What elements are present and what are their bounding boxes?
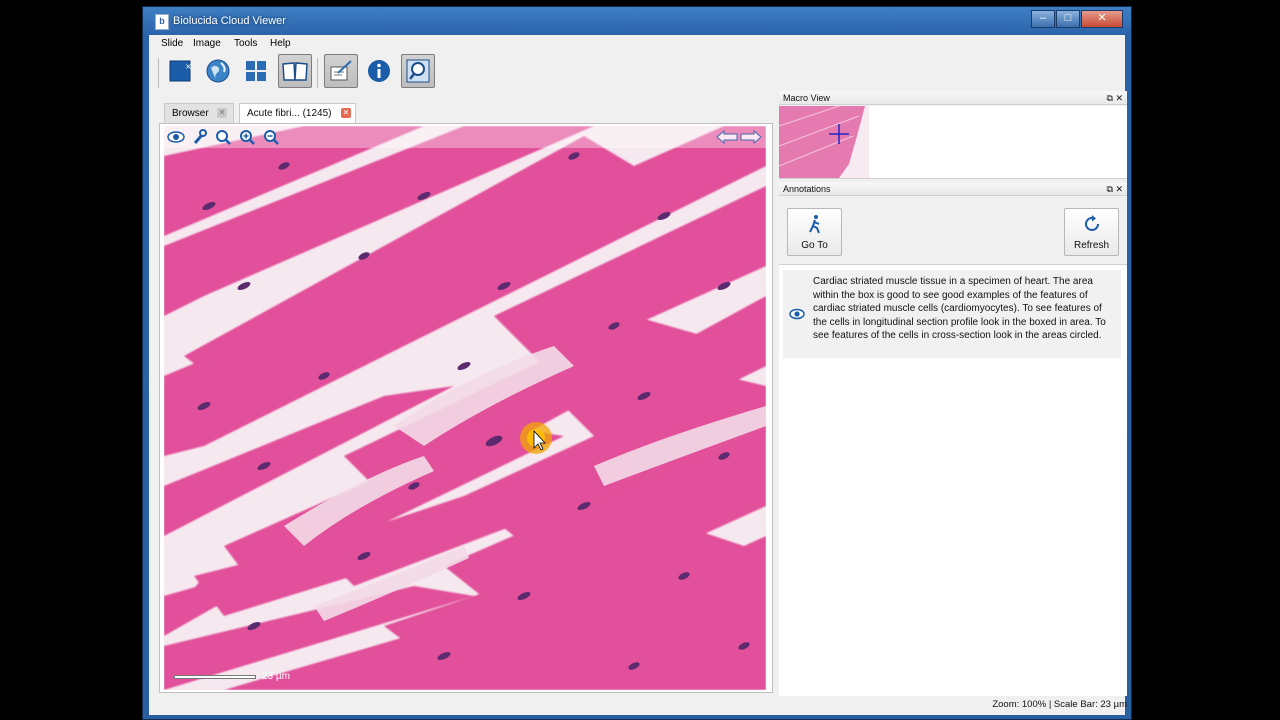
cursor-highlight <box>520 422 552 454</box>
annotations-title: Annotations <box>783 184 831 194</box>
refresh-label: Refresh <box>1073 240 1109 251</box>
status-bar: Zoom: 100% | Scale Bar: 23 µm <box>992 699 1127 710</box>
tab-slide[interactable]: Acute fibri... (1245) ✕ <box>239 103 356 123</box>
toolbar: × <box>149 54 1125 96</box>
annotation-text: Cardiac striated muscle tissue in a spec… <box>813 276 1106 342</box>
zoom-out-icon[interactable] <box>261 127 281 147</box>
refresh-icon <box>1084 215 1099 231</box>
tab-browser-label: Browser <box>172 108 209 119</box>
annotations-header: Annotations ⧉ ✕ <box>779 182 1127 196</box>
globe-icon[interactable] <box>201 54 235 88</box>
close-icon[interactable]: ✕ <box>1081 10 1123 28</box>
toolbar-separator <box>317 58 318 88</box>
menu-bar: Slide Image Tools Help <box>149 35 1125 53</box>
title-bar[interactable]: b Biolucida Cloud Viewer – □ ✕ <box>143 7 1131 35</box>
magnifier-icon[interactable] <box>213 127 233 147</box>
client-area: Slide Image Tools Help × Browser ✕ Acute… <box>149 35 1127 715</box>
viewer-toolbar <box>164 126 766 148</box>
app-icon: b <box>155 14 169 30</box>
tab-close-icon[interactable]: ✕ <box>341 108 351 118</box>
menu-tools[interactable]: Tools <box>234 38 257 49</box>
slide-viewer[interactable]: 23 µm <box>159 123 773 693</box>
annotate-icon[interactable] <box>324 54 358 88</box>
arrow-left-icon[interactable] <box>715 127 739 147</box>
tab-browser[interactable]: Browser ✕ <box>164 103 234 123</box>
book-icon[interactable] <box>278 54 312 88</box>
maximize-icon[interactable]: □ <box>1056 10 1080 28</box>
tab-close-icon[interactable]: ✕ <box>217 108 227 118</box>
minimize-icon[interactable]: – <box>1031 10 1055 28</box>
eye-icon[interactable] <box>166 127 186 147</box>
wrench-icon[interactable] <box>189 127 209 147</box>
tissue-image[interactable] <box>164 126 766 690</box>
svg-text:×: × <box>185 62 192 71</box>
macro-thumbnail[interactable] <box>778 105 869 178</box>
scale-bar <box>174 675 256 679</box>
macro-view-title: Macro View <box>783 93 830 103</box>
restore-panel-icon[interactable]: ⧉ <box>1107 184 1113 194</box>
grid-icon[interactable] <box>239 54 273 88</box>
tab-slide-label: Acute fibri... (1245) <box>247 108 332 119</box>
refresh-button[interactable]: Refresh <box>1064 208 1119 256</box>
slide-pane: Browser ✕ Acute fibri... (1245) ✕ 23 µm <box>159 103 773 693</box>
scale-bar-label: 23 µm <box>262 671 290 682</box>
macro-view[interactable] <box>778 105 1127 179</box>
menu-image[interactable]: Image <box>193 38 221 49</box>
close-panel-icon[interactable]: ✕ <box>1115 184 1123 194</box>
menu-slide[interactable]: Slide <box>161 38 183 49</box>
side-panel: Macro View ⧉ ✕ Annotations ⧉ ✕ Go To Ref… <box>778 91 1127 696</box>
info-icon[interactable] <box>362 54 396 88</box>
window-title: Biolucida Cloud Viewer <box>173 15 286 27</box>
menu-help[interactable]: Help <box>270 38 291 49</box>
close-panel-icon[interactable]: ✕ <box>1115 93 1123 103</box>
eye-icon[interactable] <box>789 308 805 320</box>
macro-view-header: Macro View ⧉ ✕ <box>779 91 1127 105</box>
annotation-list: Cardiac striated muscle tissue in a spec… <box>779 264 1127 696</box>
arrow-right-icon[interactable] <box>739 127 763 147</box>
toolbar-separator <box>158 58 159 88</box>
annotation-item[interactable]: Cardiac striated muscle tissue in a spec… <box>783 270 1121 358</box>
zoom-glass-icon[interactable] <box>401 54 435 88</box>
restore-panel-icon[interactable]: ⧉ <box>1107 93 1113 103</box>
go-to-label: Go To <box>801 240 828 251</box>
walking-person-icon <box>808 215 820 234</box>
app-window: b Biolucida Cloud Viewer – □ ✕ Slide Ima… <box>142 6 1132 720</box>
close-slide-icon[interactable]: × <box>163 54 197 88</box>
go-to-button[interactable]: Go To <box>787 208 842 256</box>
zoom-in-icon[interactable] <box>237 127 257 147</box>
